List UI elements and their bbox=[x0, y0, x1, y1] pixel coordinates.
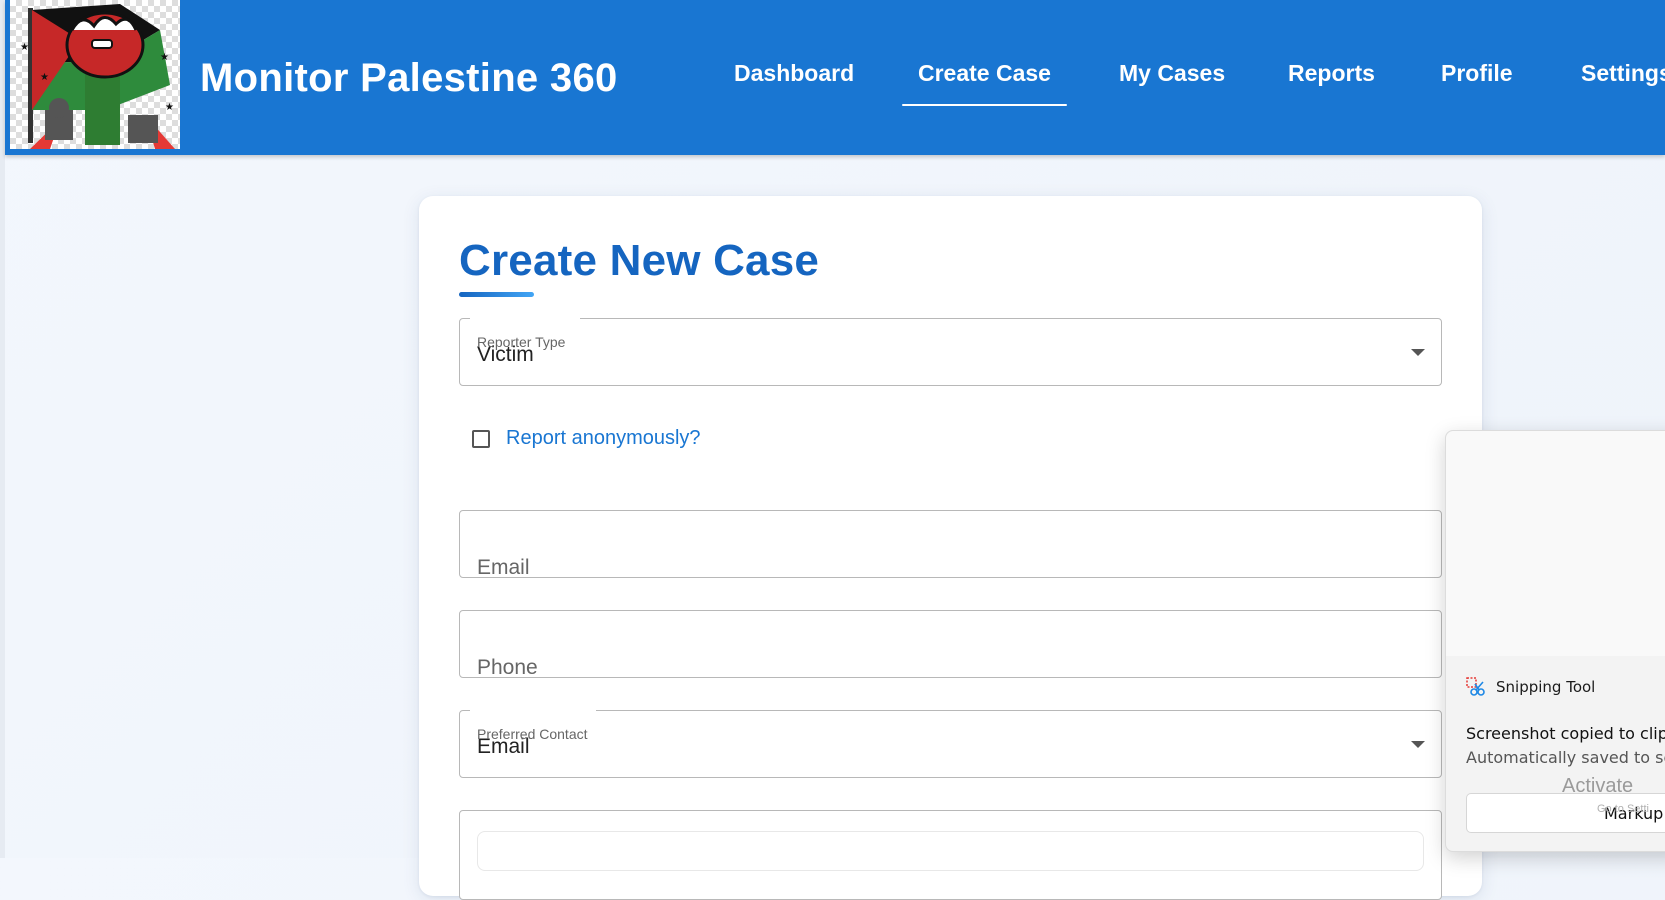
app-bar: ★ ★ ★ ★ Monitor Palestine 360 Dashboard Cr… bbox=[5, 0, 1665, 155]
reporter-type-label: Reporter Type bbox=[477, 334, 566, 350]
anonymous-checkbox-row[interactable]: Report anonymously? bbox=[472, 427, 701, 450]
reporter-type-select[interactable]: Victim Reporter Type bbox=[459, 317, 1442, 386]
page-title: Create New Case bbox=[459, 236, 820, 285]
anonymous-checkbox[interactable] bbox=[472, 429, 490, 448]
nav-my-cases[interactable]: My Cases bbox=[1119, 60, 1225, 87]
nav-profile[interactable]: Profile bbox=[1441, 60, 1513, 87]
scissors-icon bbox=[1466, 677, 1486, 697]
phone-placeholder: Phone bbox=[477, 656, 538, 679]
svg-text:★: ★ bbox=[165, 102, 174, 113]
toast-app-header: Snipping Tool bbox=[1466, 677, 1595, 697]
create-case-card: Create New Case Victim Reporter Type Rep… bbox=[419, 196, 1482, 900]
nested-input[interactable] bbox=[477, 831, 1424, 871]
app-logo[interactable]: ★ ★ ★ ★ bbox=[10, 0, 180, 149]
app-title: Monitor Palestine 360 bbox=[200, 56, 618, 100]
svg-text:★: ★ bbox=[20, 42, 29, 53]
nav-settings[interactable]: Settings bbox=[1581, 60, 1665, 87]
chevron-down-icon bbox=[1411, 349, 1425, 356]
svg-text:★: ★ bbox=[40, 72, 49, 83]
raised-fist-flag-icon: ★ ★ ★ ★ bbox=[20, 4, 175, 149]
phone-field[interactable]: Phone bbox=[459, 610, 1442, 679]
nav-create-case[interactable]: Create Case bbox=[902, 60, 1067, 106]
toast-body: Automatically saved to scr bbox=[1466, 748, 1665, 767]
nav-dashboard[interactable]: Dashboard bbox=[734, 60, 854, 87]
nav-reports[interactable]: Reports bbox=[1288, 60, 1375, 87]
toast-app-name: Snipping Tool bbox=[1496, 678, 1596, 696]
activate-windows-watermark: Activate bbox=[1562, 775, 1634, 797]
svg-text:★: ★ bbox=[160, 52, 169, 63]
chevron-down-icon bbox=[1411, 741, 1425, 748]
title-underline bbox=[459, 292, 534, 297]
anonymous-checkbox-label[interactable]: Report anonymously? bbox=[506, 427, 701, 450]
toast-title: Screenshot copied to clipb bbox=[1466, 724, 1665, 743]
email-field[interactable]: Email bbox=[459, 510, 1442, 579]
preferred-contact-select[interactable]: Email Preferred Contact bbox=[459, 709, 1442, 778]
screenshot-preview[interactable] bbox=[1446, 431, 1665, 656]
activate-windows-subtext: Go to Setti bbox=[1597, 803, 1649, 815]
email-placeholder: Email bbox=[477, 556, 530, 579]
additional-field[interactable] bbox=[459, 810, 1442, 900]
preferred-contact-label: Preferred Contact bbox=[477, 726, 588, 742]
